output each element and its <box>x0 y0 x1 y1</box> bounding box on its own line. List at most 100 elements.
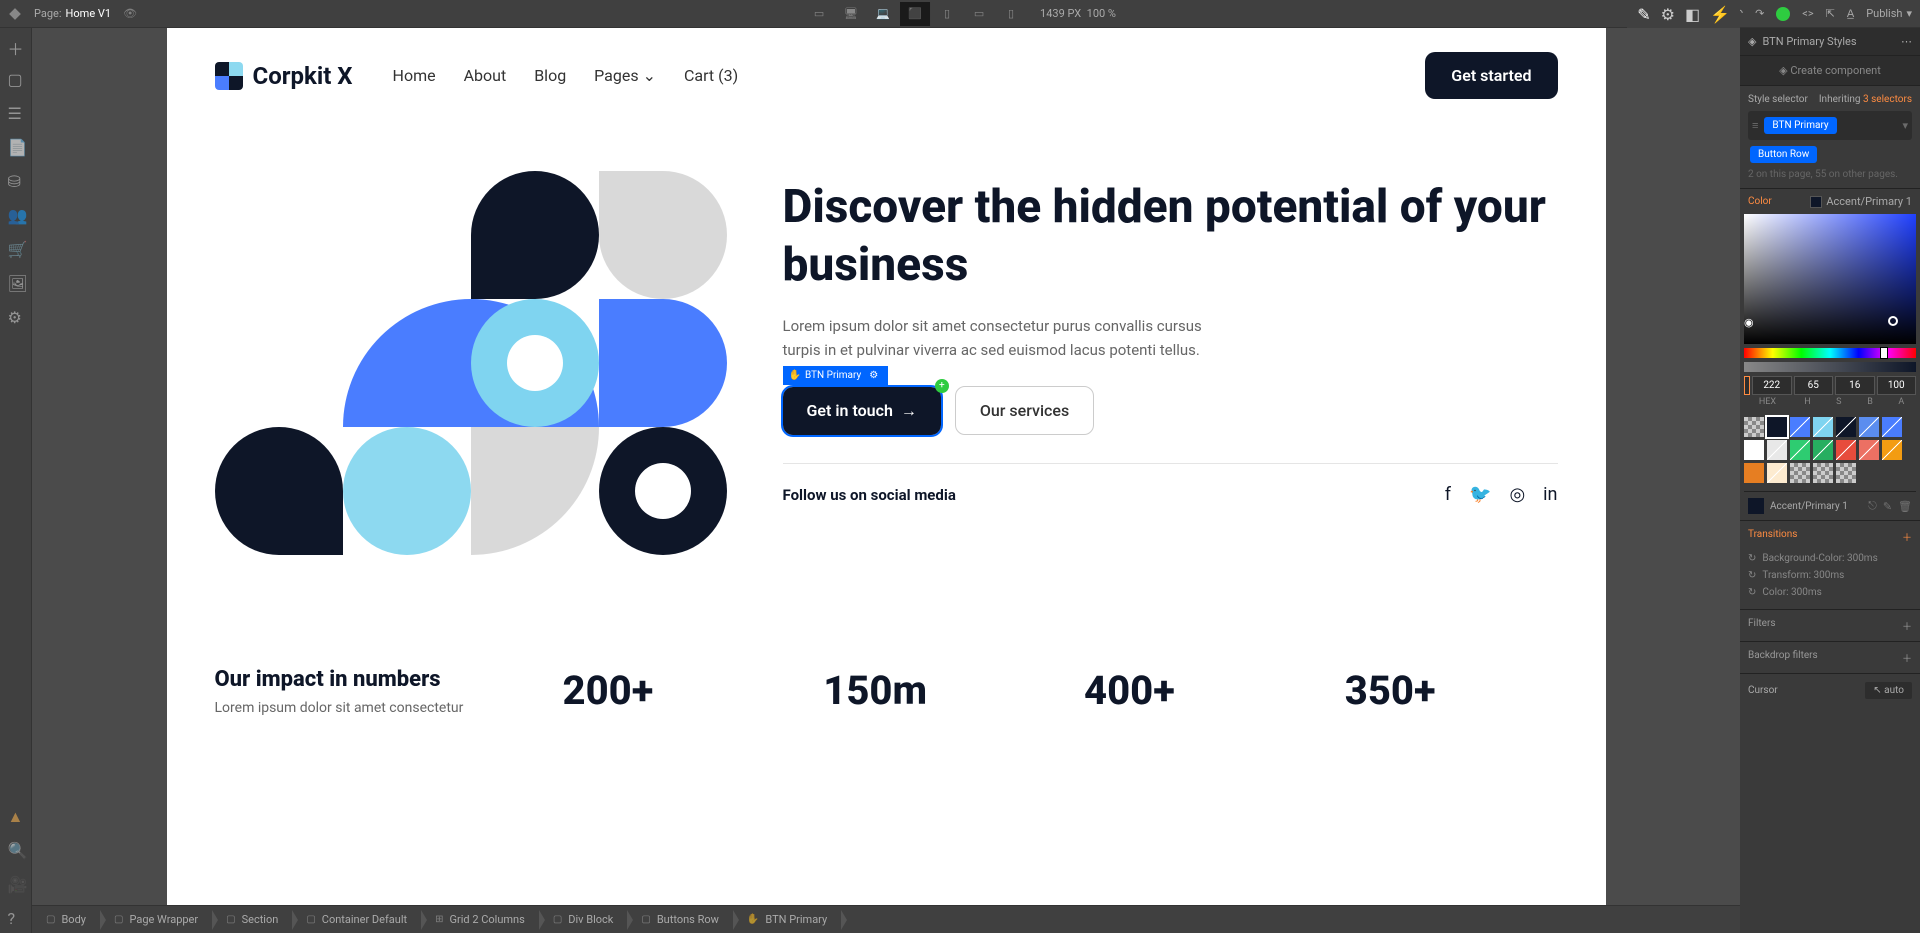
preview-icon[interactable]: 👁 <box>123 7 137 20</box>
redo-icon[interactable]: ↷ <box>1755 7 1764 20</box>
device-mobile-icon[interactable]: ▯ <box>996 2 1026 26</box>
logo[interactable]: Corpkit X <box>215 62 353 90</box>
swatch[interactable] <box>1767 440 1787 460</box>
bc-btnprimary[interactable]: ✋BTN Primary <box>733 906 841 933</box>
backdrop-section[interactable]: Backdrop filters＋ <box>1740 641 1920 673</box>
nav-home[interactable]: Home <box>393 66 436 85</box>
swatch[interactable] <box>1744 417 1764 437</box>
trash-icon[interactable]: 🗑 <box>1898 500 1912 513</box>
swatch[interactable] <box>1748 498 1764 514</box>
swatch[interactable] <box>1813 440 1833 460</box>
a-input[interactable] <box>1877 376 1917 395</box>
add-class-icon[interactable]: + <box>935 379 949 393</box>
search-icon[interactable]: 🔍 <box>8 841 24 857</box>
transition-item[interactable]: ↻Transform: 300ms <box>1748 567 1912 584</box>
interactions-icon[interactable]: ⚡ <box>1710 5 1730 24</box>
settings-icon[interactable]: ⚙ <box>1661 5 1675 24</box>
style-manager-icon[interactable]: ◧ <box>1685 5 1700 24</box>
add-icon[interactable]: ＋ <box>8 36 24 52</box>
get-in-touch-button[interactable]: Get in touch→ <box>783 387 941 435</box>
inherit-link[interactable]: 3 selectors <box>1863 94 1912 105</box>
alpha-slider[interactable] <box>1744 362 1916 372</box>
transition-item[interactable]: ↻Background-Color: 300ms <box>1748 550 1912 567</box>
stat-4[interactable]: 350+ <box>1345 667 1558 714</box>
saturation-box[interactable] <box>1744 214 1916 344</box>
audit-icon[interactable]: A̲ <box>1847 7 1854 20</box>
swatch[interactable] <box>1836 440 1856 460</box>
filters-section[interactable]: Filters＋ <box>1740 609 1920 641</box>
get-started-button[interactable]: Get started <box>1425 52 1557 99</box>
swatch[interactable] <box>1790 440 1810 460</box>
video-icon[interactable]: 🎥 <box>8 875 24 891</box>
export-icon[interactable]: ⇱ <box>1826 7 1835 20</box>
bc-btnrow[interactable]: ▢Buttons Row <box>627 906 733 933</box>
cursor-select[interactable]: ↖ auto <box>1865 682 1912 699</box>
impact-body[interactable]: Lorem ipsum dolor sit amet consectetur <box>215 700 515 716</box>
nav-cart[interactable]: Cart (3) <box>684 66 738 85</box>
code-icon[interactable]: <> <box>1802 7 1813 20</box>
swatch[interactable] <box>1767 463 1787 483</box>
bc-grid[interactable]: ⊞Grid 2 Columns <box>421 906 539 933</box>
l-input[interactable] <box>1835 376 1875 395</box>
pages-icon[interactable]: 📄 <box>8 138 24 154</box>
bc-container[interactable]: ▢Container Default <box>292 906 421 933</box>
stat-2[interactable]: 150m <box>823 667 1036 714</box>
navigator-icon[interactable]: ☰ <box>8 104 24 120</box>
linkedin-icon[interactable]: in <box>1543 484 1557 505</box>
help-icon[interactable]: ? <box>8 909 24 925</box>
device-xl-icon[interactable]: ▭ <box>804 2 834 26</box>
transition-item[interactable]: ↻Color: 300ms <box>1748 584 1912 601</box>
swatch[interactable] <box>1790 417 1810 437</box>
bc-div[interactable]: ▢Div Block <box>539 906 628 933</box>
swatch[interactable] <box>1813 417 1833 437</box>
device-base-icon[interactable]: ⬛ <box>900 2 930 26</box>
more-icon[interactable]: ⋯ <box>1901 35 1912 48</box>
users-icon[interactable]: 👥 <box>8 206 24 222</box>
zoom-level[interactable]: 100 <box>1087 7 1106 20</box>
impact-title[interactable]: Our impact in numbers <box>215 667 515 692</box>
warning-icon[interactable]: ▲ <box>8 807 24 823</box>
swatch[interactable] <box>1744 463 1764 483</box>
page-body[interactable]: Corpkit X Home About Blog Pages ⌄ Cart (… <box>167 28 1606 905</box>
stat-1[interactable]: 200+ <box>563 667 776 714</box>
bc-section[interactable]: ▢Section <box>212 906 292 933</box>
app-settings-icon[interactable]: ⚙ <box>8 308 24 324</box>
current-color-swatch[interactable] <box>1810 196 1822 208</box>
brush-icon[interactable]: ✎ <box>1637 5 1650 24</box>
swatch[interactable] <box>1859 440 1879 460</box>
swatch[interactable] <box>1767 417 1787 437</box>
class-tag-row[interactable]: Button Row <box>1750 146 1817 163</box>
swatch[interactable] <box>1790 463 1810 483</box>
instagram-icon[interactable]: ◎ <box>1509 484 1525 505</box>
stat-3[interactable]: 400+ <box>1084 667 1297 714</box>
our-services-button[interactable]: Our services <box>955 386 1094 435</box>
hero-body[interactable]: Lorem ipsum dolor sit amet consectetur p… <box>783 314 1203 362</box>
device-tablet-icon[interactable]: ▯ <box>932 2 962 26</box>
bc-wrapper[interactable]: ▢Page Wrapper <box>100 906 212 933</box>
swatch[interactable] <box>1859 417 1879 437</box>
page-name[interactable]: Home V1 <box>66 7 112 20</box>
selection-badge[interactable]: ✋BTN Primary⚙ <box>783 366 889 385</box>
swatch[interactable] <box>1813 463 1833 483</box>
swatch[interactable] <box>1836 463 1856 483</box>
hex-input[interactable] <box>1744 376 1750 395</box>
edit-icon[interactable]: ✎ <box>1883 500 1892 513</box>
selector-input[interactable]: ≡ BTN Primary ▾ <box>1748 111 1912 140</box>
twitter-icon[interactable]: 🐦 <box>1469 484 1491 505</box>
bc-body[interactable]: ▢Body <box>32 906 100 933</box>
facebook-icon[interactable]: f <box>1445 484 1451 505</box>
canvas-width[interactable]: 1439 <box>1040 7 1065 20</box>
cms-icon[interactable]: ⛁ <box>8 172 24 188</box>
publish-button[interactable]: Publish ▾ <box>1866 7 1912 20</box>
device-desktop-icon[interactable]: 🖥 <box>836 2 866 26</box>
link-icon[interactable]: ⎋ <box>1868 499 1877 513</box>
eyedropper-icon[interactable]: ◉ <box>1744 316 1754 329</box>
swatch[interactable] <box>1744 440 1764 460</box>
nav-about[interactable]: About <box>464 66 507 85</box>
swatch[interactable] <box>1882 417 1902 437</box>
swatch[interactable] <box>1882 440 1902 460</box>
h-input[interactable] <box>1752 376 1792 395</box>
hue-slider[interactable] <box>1744 348 1916 358</box>
class-tag-primary[interactable]: BTN Primary <box>1764 117 1836 134</box>
ecommerce-icon[interactable]: 🛒 <box>8 240 24 256</box>
